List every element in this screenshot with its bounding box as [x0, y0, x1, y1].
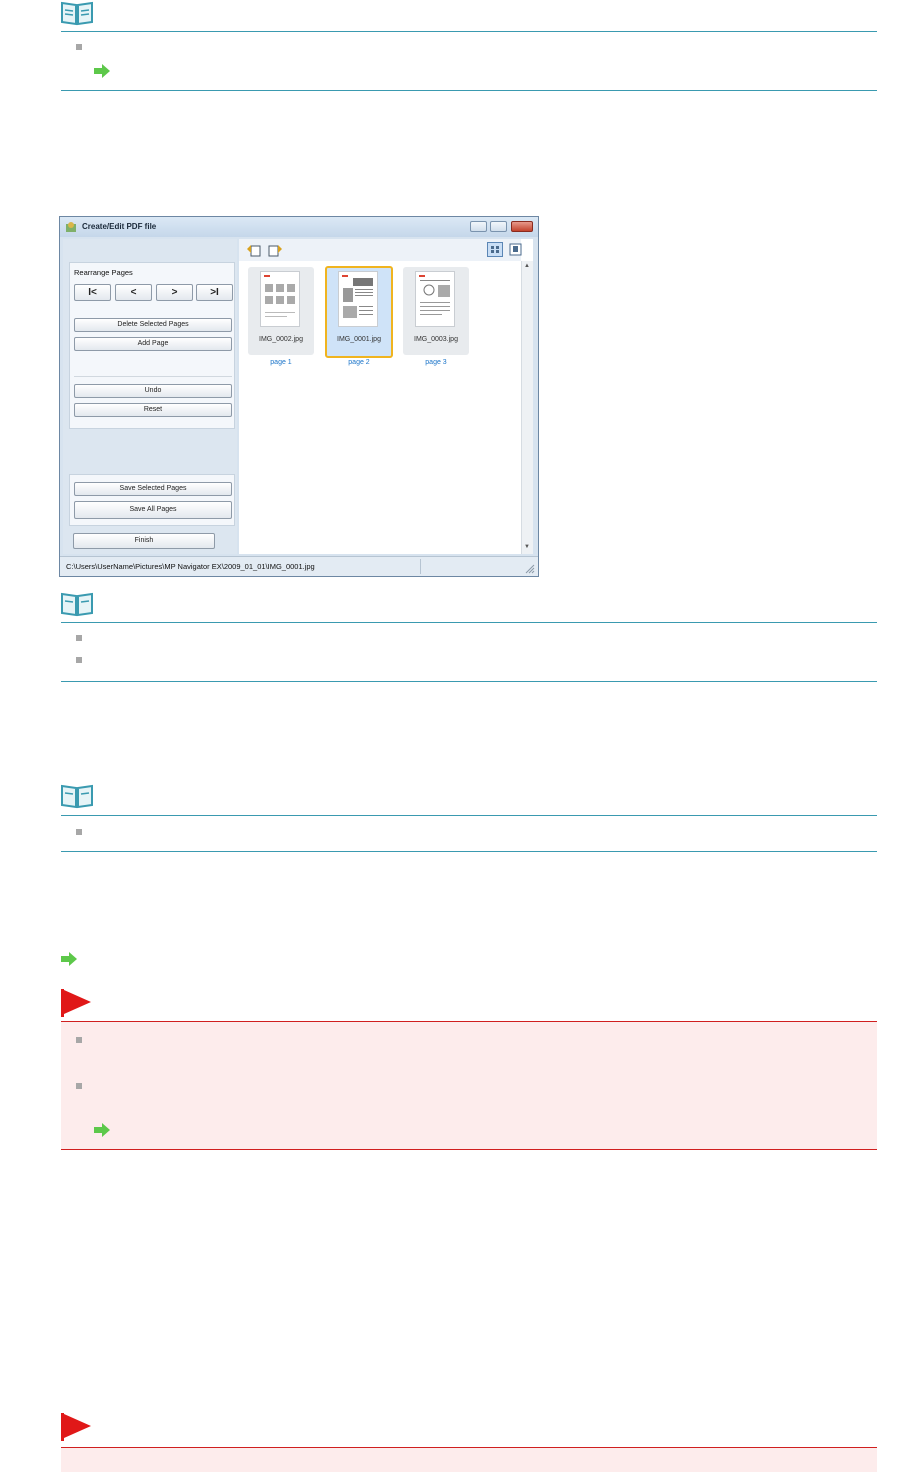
create-edit-pdf-window: Create/Edit PDF file Rearrange Pages I< …	[59, 216, 539, 577]
full-view-icon[interactable]	[508, 242, 523, 257]
thumbnail-view-icon[interactable]	[487, 242, 503, 257]
thumbnail-item-selected[interactable]: IMG_0001.jpg	[325, 266, 393, 358]
rearrange-label: Rearrange Pages	[74, 268, 133, 277]
page-number-label: page 2	[348, 359, 370, 366]
important-flag-icon	[61, 1413, 91, 1441]
thumbnail-filename: IMG_0001.jpg	[337, 336, 381, 343]
status-bar: C:\Users\UserName\Pictures\MP Navigator …	[60, 556, 538, 576]
minimize-button[interactable]	[470, 221, 487, 232]
note-book-icon	[61, 1, 93, 26]
bullet	[76, 829, 82, 835]
thumbnail-item[interactable]: IMG_0002.jpg	[248, 267, 314, 355]
link-arrow-icon[interactable]	[94, 64, 110, 78]
page-preview	[260, 271, 300, 327]
move-right-button[interactable]: >	[156, 284, 193, 301]
resize-grip-icon[interactable]	[525, 564, 535, 574]
note-rule-bottom	[61, 90, 877, 91]
thumbnail-area: IMG_0002.jpg page 1 IMG_0001.jpg page 2 …	[239, 239, 533, 554]
page-number-label: page 3	[425, 359, 447, 366]
reset-button[interactable]: Reset	[74, 403, 232, 417]
note-book-icon	[61, 784, 93, 809]
page-preview	[338, 271, 378, 327]
thumbnail-item[interactable]: IMG_0003.jpg	[403, 267, 469, 355]
app-icon	[66, 222, 76, 232]
page-number-label: page 1	[270, 359, 292, 366]
close-button[interactable]	[511, 221, 533, 232]
thumbnail-filename: IMG_0002.jpg	[259, 336, 303, 343]
file-path-status: C:\Users\UserName\Pictures\MP Navigator …	[66, 562, 315, 571]
divider	[74, 376, 232, 377]
vertical-scrollbar[interactable]: ▲ ▼	[521, 261, 533, 554]
note-rule-bottom	[61, 681, 877, 682]
note-rule-top	[61, 31, 877, 32]
page-preview	[415, 271, 455, 327]
thumbnail-toolbar	[239, 239, 523, 261]
rotate-right-icon[interactable]	[267, 243, 283, 257]
save-group: Save Selected Pages Save All Pages	[69, 474, 235, 526]
undo-button[interactable]: Undo	[74, 384, 232, 398]
note-rule-bottom	[61, 851, 877, 852]
finish-button[interactable]: Finish	[73, 533, 215, 549]
link-arrow-icon[interactable]	[94, 1123, 110, 1137]
left-panel: Rearrange Pages I< < > >I Delete Selecte…	[63, 239, 237, 554]
note-rule-top	[61, 815, 877, 816]
rotate-left-icon[interactable]	[246, 243, 262, 257]
scroll-down-icon[interactable]: ▼	[524, 544, 530, 550]
move-first-button[interactable]: I<	[74, 284, 111, 301]
delete-selected-pages-button[interactable]: Delete Selected Pages	[74, 318, 232, 332]
move-left-button[interactable]: <	[115, 284, 152, 301]
status-divider	[420, 559, 421, 574]
window-titlebar: Create/Edit PDF file	[60, 217, 538, 237]
rearrange-group: Rearrange Pages I< < > >I Delete Selecte…	[69, 262, 235, 429]
note-rule-top	[61, 622, 877, 623]
add-page-button[interactable]: Add Page	[74, 337, 232, 351]
maximize-button[interactable]	[490, 221, 507, 232]
save-all-pages-button[interactable]: Save All Pages	[74, 501, 232, 519]
link-arrow-icon[interactable]	[61, 952, 77, 966]
note-book-icon	[61, 592, 93, 617]
scroll-up-icon[interactable]: ▲	[524, 263, 530, 269]
important-box	[61, 1447, 877, 1472]
bullet	[76, 657, 82, 663]
bullet	[76, 635, 82, 641]
bullet	[76, 1037, 82, 1043]
thumbnail-filename: IMG_0003.jpg	[414, 336, 458, 343]
bullet	[76, 1083, 82, 1089]
important-box	[61, 1021, 877, 1150]
move-last-button[interactable]: >I	[196, 284, 233, 301]
bullet	[76, 44, 82, 50]
save-selected-pages-button[interactable]: Save Selected Pages	[74, 482, 232, 496]
important-flag-icon	[61, 989, 91, 1017]
window-title: Create/Edit PDF file	[82, 222, 157, 231]
